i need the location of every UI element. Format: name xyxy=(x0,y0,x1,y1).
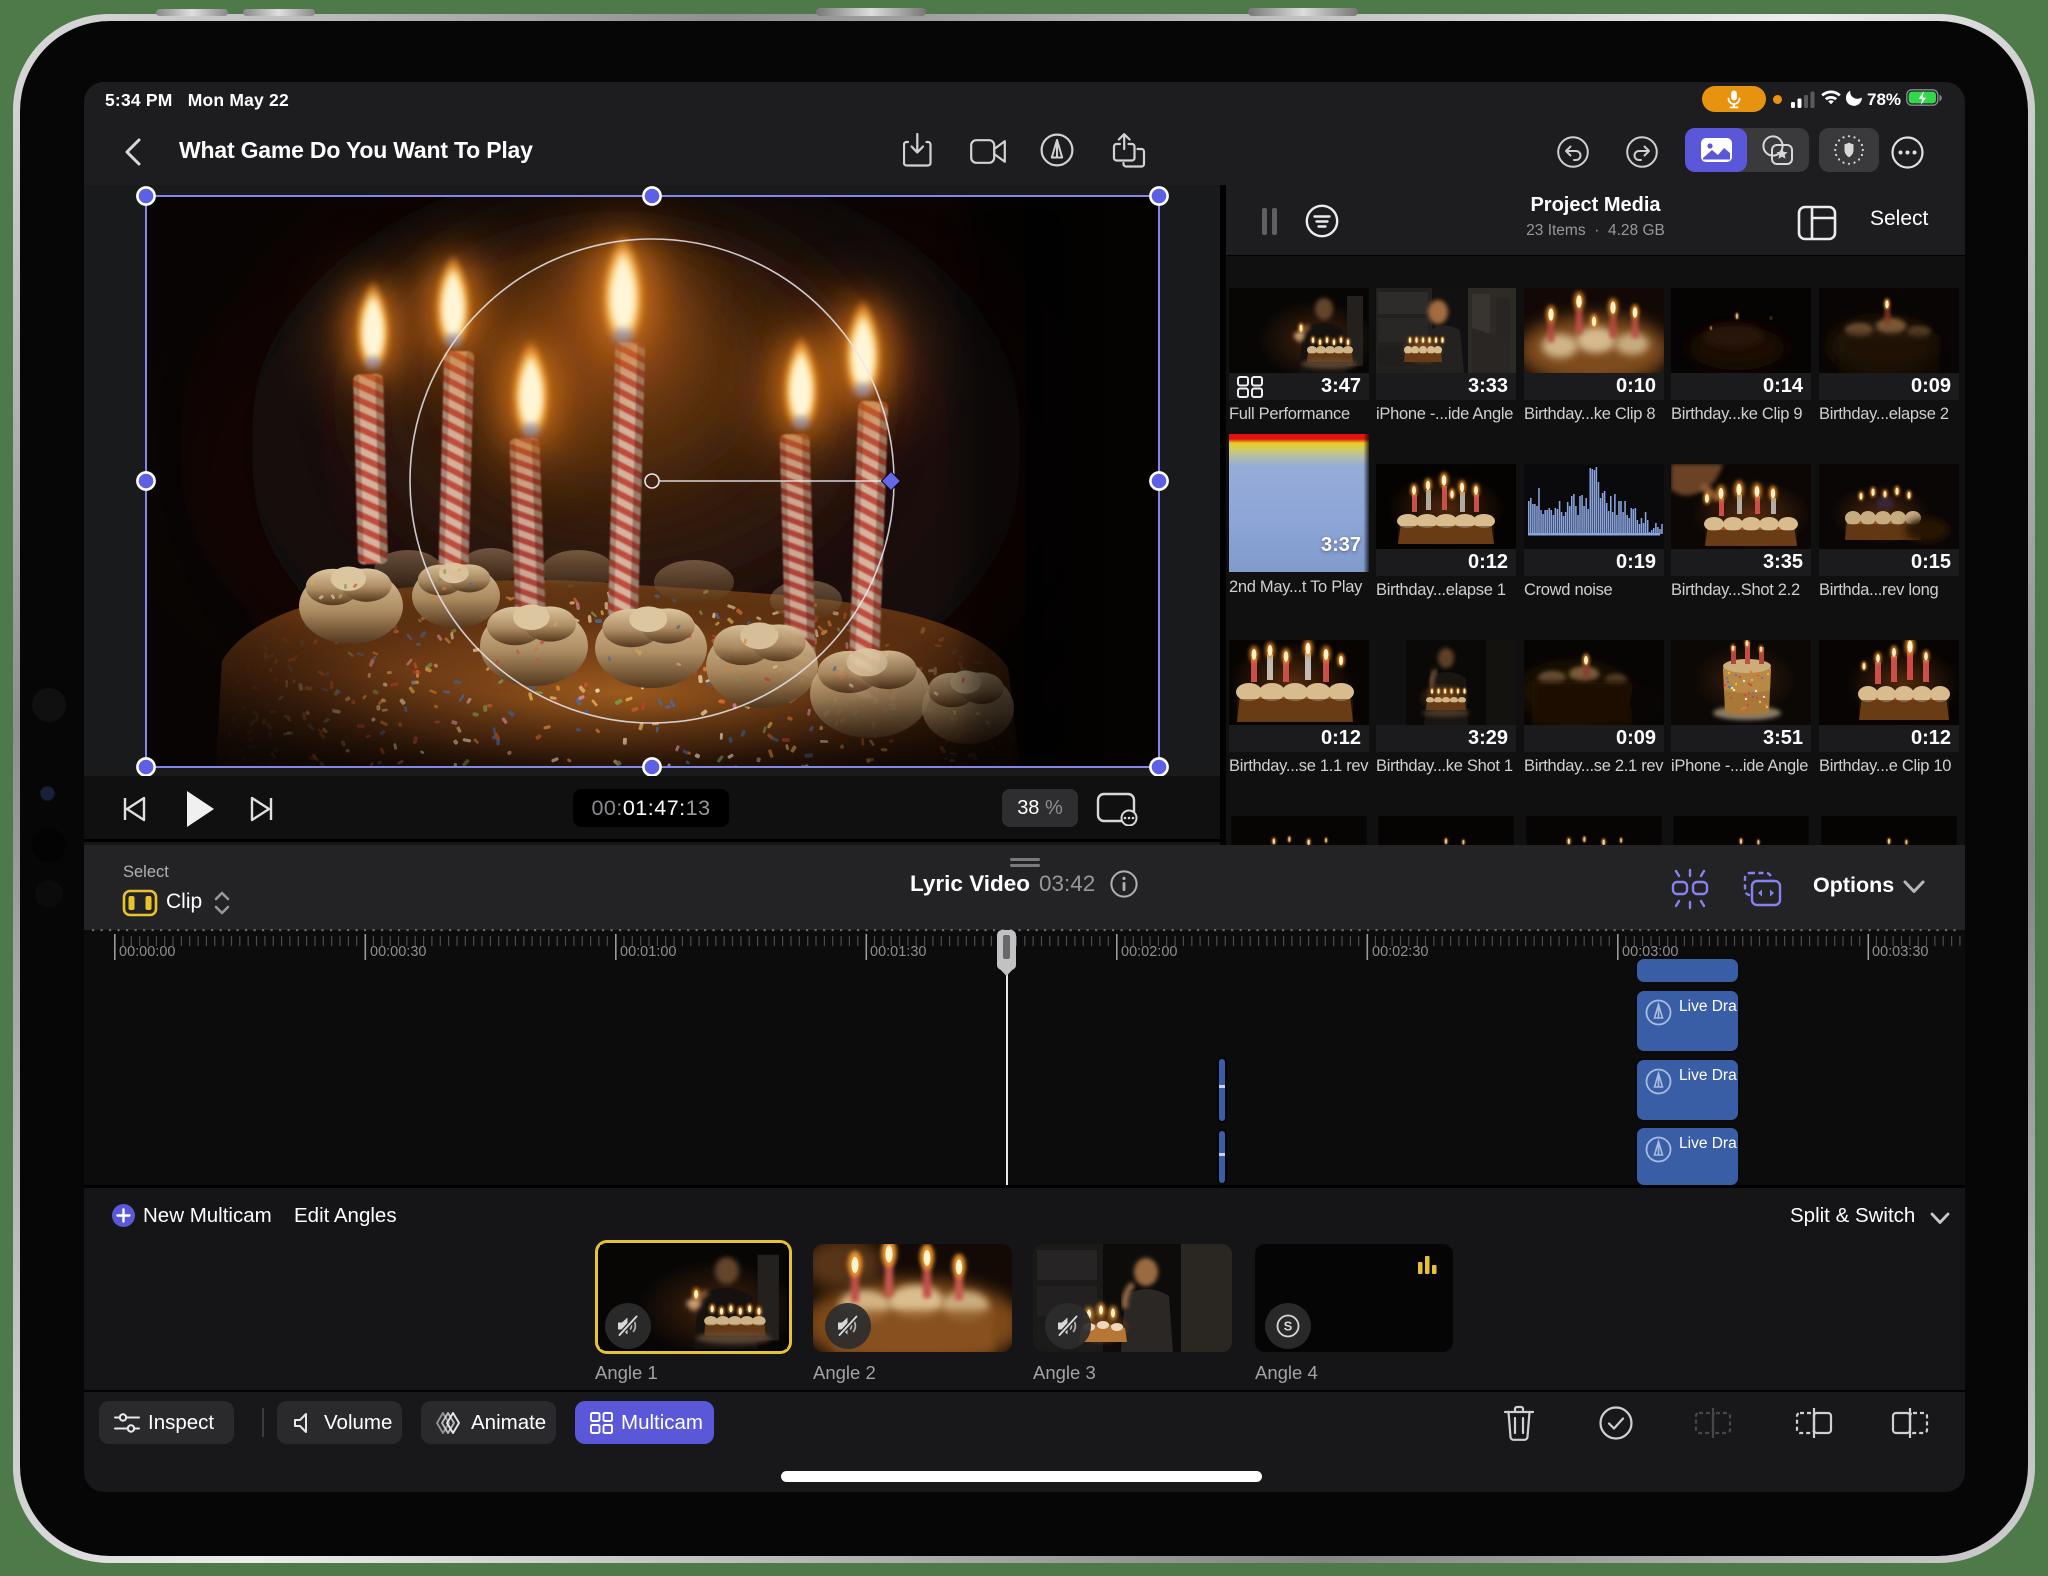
svg-text:S: S xyxy=(1284,1319,1293,1334)
